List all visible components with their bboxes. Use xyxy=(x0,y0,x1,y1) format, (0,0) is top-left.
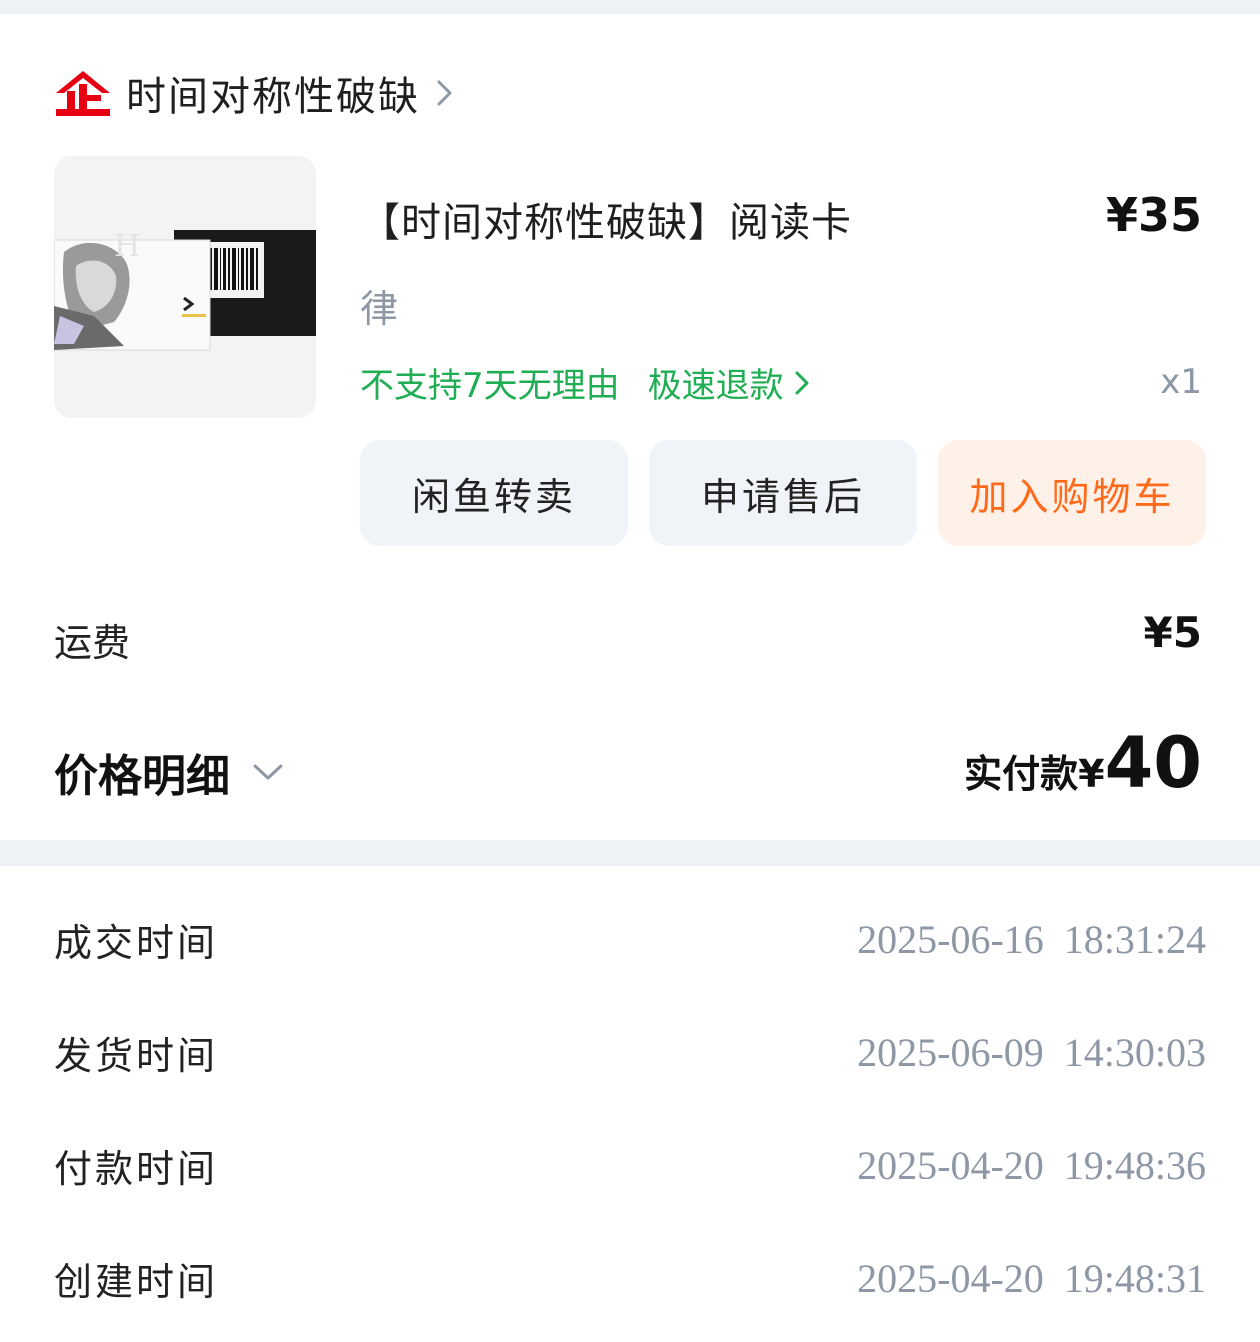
paid-label: 实付款¥ xyxy=(964,752,1105,796)
product-spec: 律 xyxy=(360,287,399,331)
after-sale-button[interactable]: 申请售后 xyxy=(649,440,917,546)
price-detail-label: 价格明细 xyxy=(54,751,230,802)
chevron-right-icon xyxy=(437,80,452,106)
quantity: x1 xyxy=(1160,362,1202,402)
shop-header[interactable]: 时间对称性破缺 xyxy=(54,66,456,120)
product-thumbnail[interactable]: H xyxy=(54,156,316,418)
time-label: 付款时间 xyxy=(54,1147,219,1191)
refund-info[interactable]: 不支持7天无理由 极速退款 xyxy=(360,358,810,407)
product-image: H xyxy=(54,156,316,418)
chevron-down-icon xyxy=(253,764,283,780)
time-value: 2025-04-20 19:48:31 xyxy=(857,1256,1206,1301)
fast-refund-text: 极速退款 xyxy=(647,366,784,406)
time-value: 2025-06-16 18:31:24 xyxy=(857,917,1206,962)
time-row-shipped: 发货时间 2025-06-09 14:30:03 xyxy=(54,1025,1206,1080)
shop-name: 时间对称性破缺 xyxy=(126,74,420,120)
refund-policy-text: 不支持7天无理由 xyxy=(360,366,620,406)
resell-button[interactable]: 闲鱼转卖 xyxy=(360,440,628,546)
chevron-right-icon xyxy=(795,371,809,394)
product-title[interactable]: 【时间对称性破缺】阅读卡 xyxy=(360,190,852,248)
paid-amount: 40 xyxy=(1104,722,1202,804)
paid-total: 实付款¥ 40 xyxy=(964,722,1202,804)
time-label: 发货时间 xyxy=(54,1034,219,1078)
add-to-cart-button[interactable]: 加入购物车 xyxy=(938,440,1206,546)
price-detail-toggle[interactable]: 价格明细 xyxy=(54,740,284,804)
enterprise-shop-icon xyxy=(56,71,110,116)
time-value: 2025-06-09 14:30:03 xyxy=(857,1030,1206,1075)
product-price: ¥35 xyxy=(1105,188,1202,242)
time-label: 成交时间 xyxy=(54,921,219,965)
section-divider xyxy=(0,840,1260,866)
time-row-paid: 付款时间 2025-04-20 19:48:36 xyxy=(54,1138,1206,1193)
order-card xyxy=(0,14,1260,840)
top-separator xyxy=(0,0,1260,14)
time-value: 2025-04-20 19:48:36 xyxy=(857,1143,1206,1188)
time-label: 创建时间 xyxy=(54,1260,219,1304)
time-row-deal: 成交时间 2025-06-16 18:31:24 xyxy=(54,912,1206,967)
shipping-label: 运费 xyxy=(54,621,131,665)
time-row-created: 创建时间 2025-04-20 19:48:31 xyxy=(54,1251,1206,1306)
svg-text:H: H xyxy=(114,229,140,264)
shipping-value: ¥5 xyxy=(1143,608,1202,657)
